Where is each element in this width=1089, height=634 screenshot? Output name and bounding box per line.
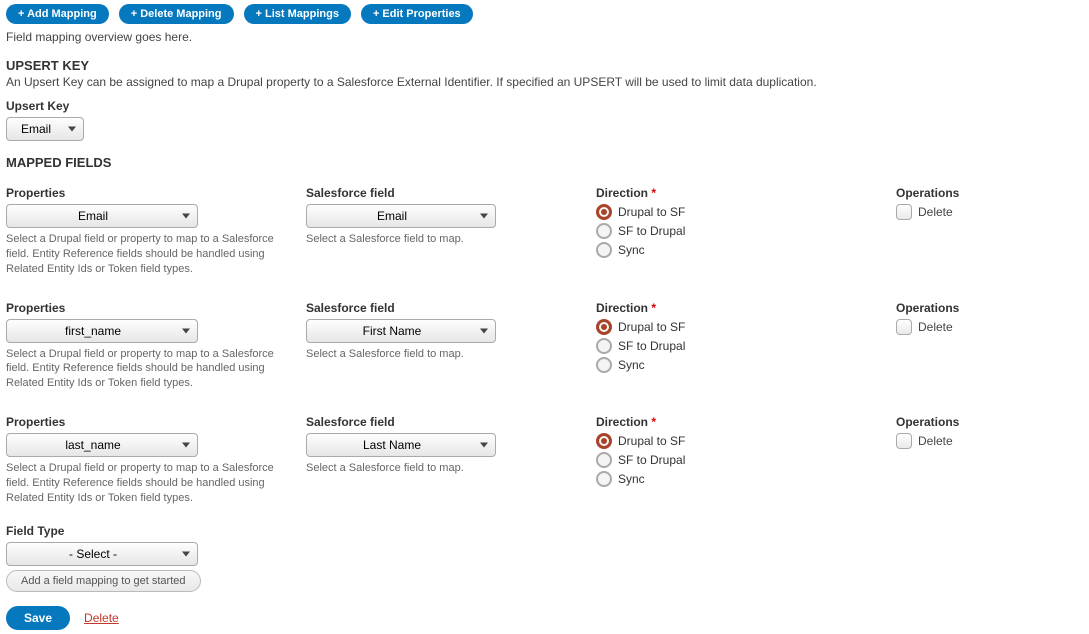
salesforce-field-help: Select a Salesforce field to map. <box>306 461 586 476</box>
mapped-fields-heading: MAPPED FIELDS <box>6 155 1083 170</box>
delete-label: Delete <box>918 320 953 334</box>
properties-label: Properties <box>6 186 296 200</box>
field-type-select[interactable]: - Select - <box>6 542 198 566</box>
direction-radio-sf-to-drupal[interactable] <box>596 223 612 239</box>
direction-label: Direction <box>596 301 886 315</box>
direction-option-label: SF to Drupal <box>618 339 685 353</box>
salesforce-field-select[interactable]: Last Name <box>306 433 496 457</box>
edit-properties-button[interactable]: + Edit Properties <box>361 4 473 24</box>
operations-label: Operations <box>896 415 1076 429</box>
properties-select[interactable]: last_name <box>6 433 198 457</box>
salesforce-field-help: Select a Salesforce field to map. <box>306 347 586 362</box>
direction-option-label: Sync <box>618 472 645 486</box>
properties-label: Properties <box>6 301 296 315</box>
properties-help: Select a Drupal field or property to map… <box>6 347 286 392</box>
toolbar: + Add Mapping + Delete Mapping + List Ma… <box>6 4 1083 24</box>
direction-radio-drupal-to-sf[interactable] <box>596 204 612 220</box>
upsert-key-label: Upsert Key <box>6 99 1083 113</box>
add-field-mapping-button[interactable]: Add a field mapping to get started <box>6 570 201 592</box>
direction-radio-sync[interactable] <box>596 357 612 373</box>
list-mappings-button[interactable]: + List Mappings <box>244 4 351 24</box>
properties-label: Properties <box>6 415 296 429</box>
save-button[interactable]: Save <box>6 606 70 630</box>
direction-radio-sync[interactable] <box>596 242 612 258</box>
direction-radio-drupal-to-sf[interactable] <box>596 319 612 335</box>
salesforce-field-select[interactable]: Email <box>306 204 496 228</box>
direction-radio-sf-to-drupal[interactable] <box>596 452 612 468</box>
delete-label: Delete <box>918 434 953 448</box>
add-mapping-button[interactable]: + Add Mapping <box>6 4 109 24</box>
direction-option-label: Sync <box>618 243 645 257</box>
direction-radio-drupal-to-sf[interactable] <box>596 433 612 449</box>
delete-checkbox[interactable] <box>896 204 912 220</box>
properties-select[interactable]: Email <box>6 204 198 228</box>
delete-link[interactable]: Delete <box>84 611 119 625</box>
direction-option-label: Drupal to SF <box>618 320 685 334</box>
direction-label: Direction <box>596 415 886 429</box>
properties-help: Select a Drupal field or property to map… <box>6 232 286 277</box>
salesforce-field-help: Select a Salesforce field to map. <box>306 232 586 247</box>
upsert-key-heading: UPSERT KEY <box>6 58 1083 73</box>
mapping-row: Properties first_name Select a Drupal fi… <box>6 295 1083 392</box>
salesforce-field-select[interactable]: First Name <box>306 319 496 343</box>
operations-label: Operations <box>896 301 1076 315</box>
field-type-label: Field Type <box>6 524 1083 538</box>
delete-checkbox[interactable] <box>896 433 912 449</box>
properties-select[interactable]: first_name <box>6 319 198 343</box>
direction-option-label: SF to Drupal <box>618 453 685 467</box>
upsert-key-select[interactable]: Email <box>6 117 84 141</box>
direction-label: Direction <box>596 186 886 200</box>
properties-help: Select a Drupal field or property to map… <box>6 461 286 506</box>
direction-option-label: Drupal to SF <box>618 205 685 219</box>
mapping-row: Properties Email Select a Drupal field o… <box>6 180 1083 277</box>
salesforce-field-label: Salesforce field <box>306 301 586 315</box>
upsert-key-description: An Upsert Key can be assigned to map a D… <box>6 75 1083 89</box>
salesforce-field-label: Salesforce field <box>306 415 586 429</box>
operations-label: Operations <box>896 186 1076 200</box>
salesforce-field-label: Salesforce field <box>306 186 586 200</box>
direction-option-label: SF to Drupal <box>618 224 685 238</box>
overview-text: Field mapping overview goes here. <box>6 30 1083 44</box>
delete-mapping-button[interactable]: + Delete Mapping <box>119 4 234 24</box>
direction-option-label: Sync <box>618 358 645 372</box>
direction-radio-sync[interactable] <box>596 471 612 487</box>
delete-label: Delete <box>918 205 953 219</box>
mapping-row: Properties last_name Select a Drupal fie… <box>6 409 1083 506</box>
direction-option-label: Drupal to SF <box>618 434 685 448</box>
direction-radio-sf-to-drupal[interactable] <box>596 338 612 354</box>
delete-checkbox[interactable] <box>896 319 912 335</box>
